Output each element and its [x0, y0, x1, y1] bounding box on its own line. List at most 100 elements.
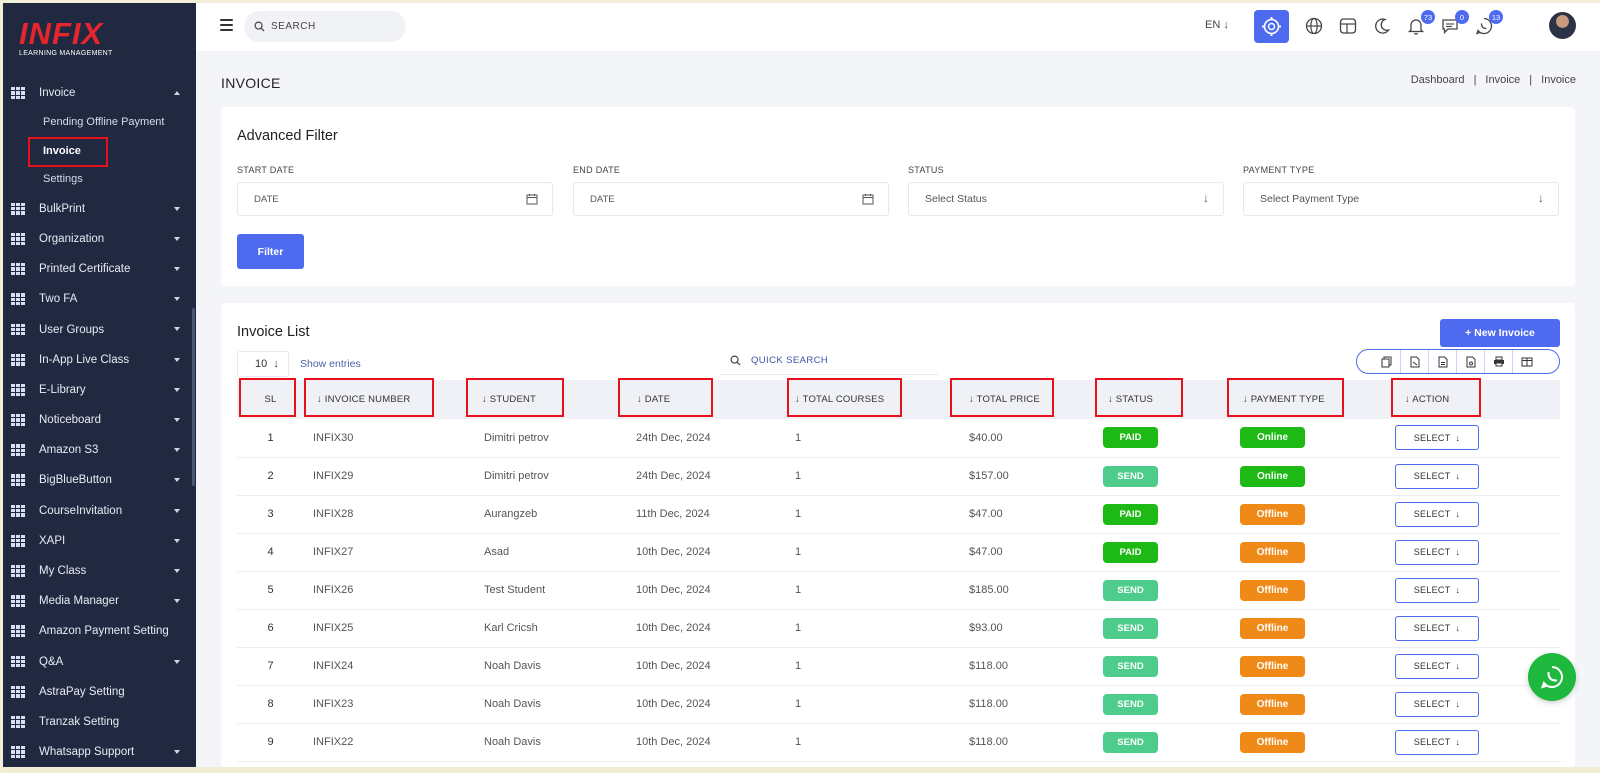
- sidebar-item-bigbluebutton[interactable]: BigBlueButton: [3, 465, 196, 495]
- action-select-label: SELECT: [1413, 661, 1451, 671]
- filter-button[interactable]: Filter: [237, 234, 304, 269]
- layout-icon[interactable]: [1337, 15, 1359, 37]
- new-invoice-button[interactable]: + New Invoice: [1440, 319, 1560, 347]
- action-select-button[interactable]: SELECT ↓: [1395, 463, 1479, 489]
- calendar-icon[interactable]: [862, 193, 874, 205]
- sidebar-item-noticeboard[interactable]: Noticeboard: [3, 405, 196, 435]
- arrow-down-icon: ↓: [1455, 737, 1461, 747]
- sidebar-item-astrapay-setting[interactable]: AstraPay Setting: [3, 677, 196, 707]
- payment-type-badge: Offline: [1240, 503, 1305, 525]
- action-select-label: SELECT: [1413, 471, 1451, 481]
- sidebar: INFIX LEARNING MANAGEMENT Invoice Pending…: [3, 3, 196, 767]
- sidebar-item-amazon-payment-setting[interactable]: Amazon Payment Setting: [3, 616, 196, 646]
- csv-icon[interactable]: [1429, 350, 1457, 373]
- action-select-button[interactable]: SELECT ↓: [1395, 539, 1479, 565]
- quick-search[interactable]: [720, 347, 938, 375]
- cell-invoice-number: INFIX27: [313, 546, 354, 558]
- sidebar-item-invoice[interactable]: Invoice: [3, 78, 196, 108]
- action-select-button[interactable]: SELECT ↓: [1395, 691, 1479, 717]
- column-header-invoice-number[interactable]: ↓ INVOICE NUMBER: [304, 378, 475, 419]
- copy-icon[interactable]: [1373, 350, 1401, 373]
- arrow-down-icon: ↓: [1455, 471, 1461, 481]
- notification-bell-icon[interactable]: 73: [1405, 10, 1435, 37]
- column-header-total-price[interactable]: ↓ TOTAL PRICE: [950, 378, 1086, 419]
- payment-type-select[interactable]: Select Payment Type ↓: [1243, 182, 1559, 216]
- action-select-button[interactable]: SELECT ↓: [1395, 615, 1479, 641]
- language-selector[interactable]: EN ↓: [1205, 19, 1229, 31]
- whatsapp-header-icon[interactable]: 13: [1473, 10, 1503, 37]
- hamburger-menu-icon[interactable]: [220, 19, 233, 31]
- user-avatar[interactable]: [1549, 12, 1576, 39]
- pdf-icon[interactable]: [1457, 350, 1485, 373]
- action-select-button[interactable]: SELECT ↓: [1395, 577, 1479, 603]
- breadcrumb: Dashboard | Invoice | Invoice: [1411, 74, 1576, 86]
- sidebar-item-bulkprint[interactable]: BulkPrint: [3, 194, 196, 224]
- action-select-button[interactable]: SELECT ↓: [1395, 425, 1479, 451]
- sidebar-item-media-manager[interactable]: Media Manager: [3, 586, 196, 616]
- column-header-sl[interactable]: SL: [237, 378, 304, 419]
- logo-subtitle: LEARNING MANAGEMENT: [19, 50, 113, 57]
- sidebar-item-courseinvitation[interactable]: CourseInvitation: [3, 496, 196, 526]
- chat-icon[interactable]: 0: [1439, 10, 1469, 37]
- column-header-date[interactable]: ↓ DATE: [618, 378, 783, 419]
- breadcrumb-dashboard[interactable]: Dashboard: [1411, 74, 1465, 86]
- settings-button[interactable]: [1254, 10, 1289, 43]
- columns-icon[interactable]: [1513, 350, 1541, 373]
- sidebar-item-amazon-s3[interactable]: Amazon S3: [3, 435, 196, 465]
- sidebar-item-in-app-live-class[interactable]: In-App Live Class: [3, 345, 196, 375]
- breadcrumb-invoice[interactable]: Invoice: [1485, 74, 1520, 86]
- print-icon[interactable]: [1485, 350, 1513, 373]
- column-header-payment-type[interactable]: ↓ PAYMENT TYPE: [1221, 378, 1377, 419]
- table-row: 6 INFIX25 Karl Cricsh 10th Dec, 2024 1 $93.00…: [237, 609, 1560, 647]
- sidebar-item-organization[interactable]: Organization: [3, 224, 196, 254]
- whatsapp-float-button[interactable]: [1528, 653, 1576, 701]
- advanced-filter-card: Advanced Filter START DATE DATE END DATE…: [221, 107, 1575, 286]
- sidebar-item-user-groups[interactable]: User Groups: [3, 314, 196, 344]
- action-select-button[interactable]: SELECT ↓: [1395, 729, 1479, 755]
- excel-icon[interactable]: [1401, 350, 1429, 373]
- sidebar-item-printed-certificate[interactable]: Printed Certificate: [3, 254, 196, 284]
- grid-icon: [11, 353, 25, 366]
- cell-date: 10th Dec, 2024: [636, 698, 711, 710]
- caret-down-icon: [174, 478, 180, 483]
- top-header: EN ↓ 73 0 13: [196, 3, 1600, 51]
- arrow-down-icon: ↓: [1455, 623, 1461, 633]
- moon-icon[interactable]: [1371, 15, 1393, 37]
- cell-status: SEND: [1086, 571, 1221, 609]
- table-row: 3 INFIX28 Aurangzeb 11th Dec, 2024 1 $47.00 PA…: [237, 495, 1560, 533]
- cell-invoice-number: INFIX30: [313, 431, 354, 444]
- search-bar[interactable]: [244, 11, 406, 42]
- start-date-input[interactable]: DATE: [237, 182, 553, 216]
- arrow-down-icon: ↓: [273, 358, 279, 370]
- sidebar-subitem-settings[interactable]: Settings: [3, 165, 196, 194]
- column-header-action[interactable]: ↓ ACTION: [1377, 378, 1560, 419]
- caret-down-icon: [174, 750, 180, 755]
- quick-search-input[interactable]: [751, 355, 921, 366]
- globe-icon[interactable]: [1303, 15, 1325, 37]
- sidebar-item-q-a[interactable]: Q&A: [3, 647, 196, 677]
- sidebar-scrollbar[interactable]: [192, 308, 195, 486]
- column-header-total-courses[interactable]: ↓ TOTAL COURSES: [783, 378, 950, 419]
- status-select[interactable]: Select Status ↓: [908, 182, 1224, 216]
- cell-invoice-number: INFIX25: [313, 622, 354, 634]
- logo[interactable]: INFIX LEARNING MANAGEMENT: [19, 18, 113, 57]
- sidebar-item-tranzak-setting[interactable]: Tranzak Setting: [3, 707, 196, 737]
- action-select-button[interactable]: SELECT ↓: [1395, 653, 1479, 679]
- calendar-icon[interactable]: [526, 193, 538, 205]
- sidebar-item-e-library[interactable]: E-Library: [3, 375, 196, 405]
- column-header-student[interactable]: ↓ STUDENT: [466, 378, 624, 419]
- sidebar-item-my-class[interactable]: My Class: [3, 556, 196, 586]
- sidebar-item-xapi[interactable]: XAPI: [3, 526, 196, 556]
- column-header-status[interactable]: ↓ STATUS: [1086, 378, 1221, 419]
- end-date-input[interactable]: DATE: [573, 182, 889, 216]
- sidebar-item-label: Noticeboard: [39, 414, 102, 427]
- arrow-down-icon: ↓: [1203, 191, 1209, 205]
- sidebar-item-whatsapp-support[interactable]: Whatsapp Support: [3, 737, 196, 767]
- action-select-button[interactable]: SELECT ↓: [1395, 501, 1479, 527]
- payment-type-label: PAYMENT TYPE: [1243, 165, 1315, 175]
- page-length-select[interactable]: 10 ↓: [237, 351, 289, 377]
- sidebar-item-two-fa[interactable]: Two FA: [3, 284, 196, 314]
- cell-payment-type: Offline: [1221, 571, 1377, 609]
- search-input[interactable]: [271, 21, 391, 32]
- sidebar-subitem-pending-offline-payment[interactable]: Pending Offline Payment: [3, 108, 196, 137]
